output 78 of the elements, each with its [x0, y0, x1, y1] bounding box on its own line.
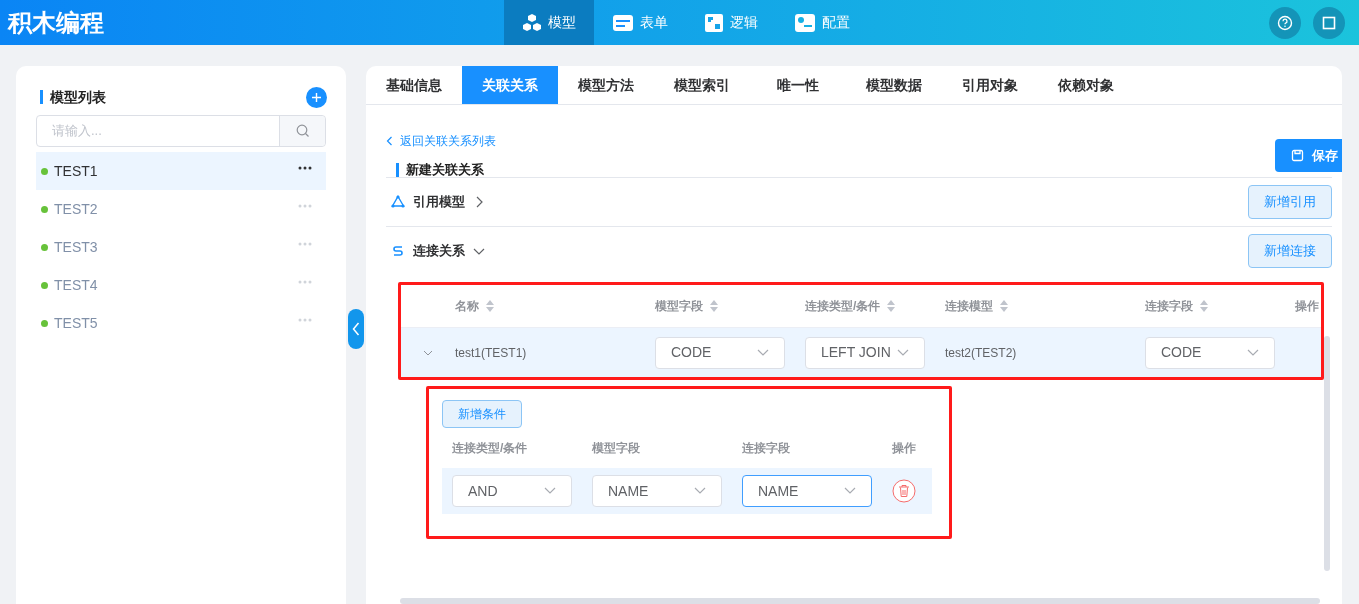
toggle-icon	[794, 12, 816, 33]
sort-icon[interactable]	[886, 300, 897, 312]
chevron-down-icon	[544, 487, 556, 495]
section-title: 连接关系	[413, 242, 465, 261]
maximize-button[interactable]	[1313, 6, 1345, 39]
column-header: 模型字段	[655, 298, 703, 315]
table-cell: test1(TEST1)	[455, 345, 527, 360]
chevron-left-icon	[386, 136, 393, 146]
collapse-handle[interactable]	[348, 309, 364, 349]
chevron-down-icon	[694, 487, 706, 495]
tab[interactable]: 模型索引	[654, 66, 750, 104]
model-list-item[interactable]: TEST3	[36, 228, 326, 266]
chevron-down-icon	[897, 348, 909, 357]
select-field[interactable]: NAME	[592, 475, 722, 507]
tab[interactable]: 依赖对象	[1038, 66, 1134, 104]
tab[interactable]: 模型方法	[558, 66, 654, 104]
section-title: 引用模型	[413, 193, 465, 212]
sort-icon[interactable]	[485, 300, 495, 312]
chevron-down-icon	[757, 348, 769, 357]
more-icon[interactable]	[298, 166, 312, 170]
column-header: 连接类型/条件	[805, 298, 881, 315]
square-icon	[1322, 15, 1336, 30]
tab[interactable]: 唯一性	[750, 66, 846, 104]
plus-icon	[311, 91, 322, 103]
column-header: 操作	[892, 441, 916, 455]
form-icon	[612, 13, 634, 32]
select-field[interactable]: AND	[452, 475, 572, 507]
sort-icon[interactable]	[1199, 300, 1209, 312]
select-field[interactable]: CODE	[655, 336, 785, 369]
app-title: 积木编程	[6, 7, 105, 38]
select-field[interactable]: LEFT JOIN	[805, 336, 925, 369]
sort-icon[interactable]	[709, 300, 719, 312]
model-name: TEST2	[54, 199, 98, 219]
sidebar-title: 模型列表	[40, 90, 106, 104]
delete-icon[interactable]	[892, 479, 916, 503]
search-field[interactable]: 请输入...	[36, 115, 326, 147]
tab[interactable]: 关联关系	[462, 66, 558, 104]
column-header: 操作	[1295, 298, 1319, 315]
nav-tab[interactable]: 模型	[504, 0, 594, 45]
form-title: 新建关联关系	[396, 163, 496, 177]
model-name: TEST3	[54, 237, 98, 257]
sort-icon[interactable]	[999, 300, 1009, 312]
help-icon	[1277, 14, 1293, 31]
column-header: 连接字段	[1145, 298, 1193, 315]
chevron-down-icon	[1247, 348, 1259, 357]
column-header: 名称	[455, 298, 479, 315]
model-name: TEST1	[54, 161, 98, 181]
puzzle-icon	[704, 12, 724, 33]
column-header: 连接字段	[742, 441, 790, 455]
model-list-item[interactable]: TEST4	[36, 266, 326, 304]
select-field[interactable]: NAME	[742, 475, 872, 507]
model-list-item[interactable]: TEST1	[36, 152, 326, 190]
vertical-scrollbar[interactable]	[1324, 336, 1330, 571]
column-header: 连接模型	[945, 298, 993, 315]
column-header: 模型字段	[592, 441, 640, 455]
link-icon	[391, 244, 405, 258]
save-icon	[1291, 149, 1304, 162]
search-icon	[295, 124, 310, 138]
triangle-nodes-icon	[391, 195, 405, 209]
add-button[interactable]	[306, 86, 327, 108]
model-name: TEST5	[54, 313, 98, 333]
model-list-item[interactable]: TEST2	[36, 190, 326, 228]
search-input[interactable]: 请输入...	[37, 116, 279, 146]
help-button[interactable]	[1269, 6, 1301, 39]
column-header: 连接类型/条件	[452, 441, 528, 455]
select-field[interactable]: CODE	[1145, 336, 1275, 369]
tab[interactable]: 模型数据	[846, 66, 942, 104]
chevron-down-icon	[844, 487, 856, 495]
table-cell: test2(TEST2)	[945, 345, 1017, 360]
model-list-item[interactable]: TEST5	[36, 304, 326, 342]
back-link[interactable]: 返回关联关系列表	[386, 132, 496, 150]
tab[interactable]: 引用对象	[942, 66, 1038, 104]
horizontal-scrollbar[interactable]	[400, 598, 1320, 604]
model-name: TEST4	[54, 275, 98, 295]
save-button[interactable]: 保存	[1275, 139, 1342, 172]
cubes-icon	[522, 12, 542, 33]
search-button[interactable]	[279, 116, 325, 146]
tab[interactable]: 基础信息	[366, 66, 462, 104]
